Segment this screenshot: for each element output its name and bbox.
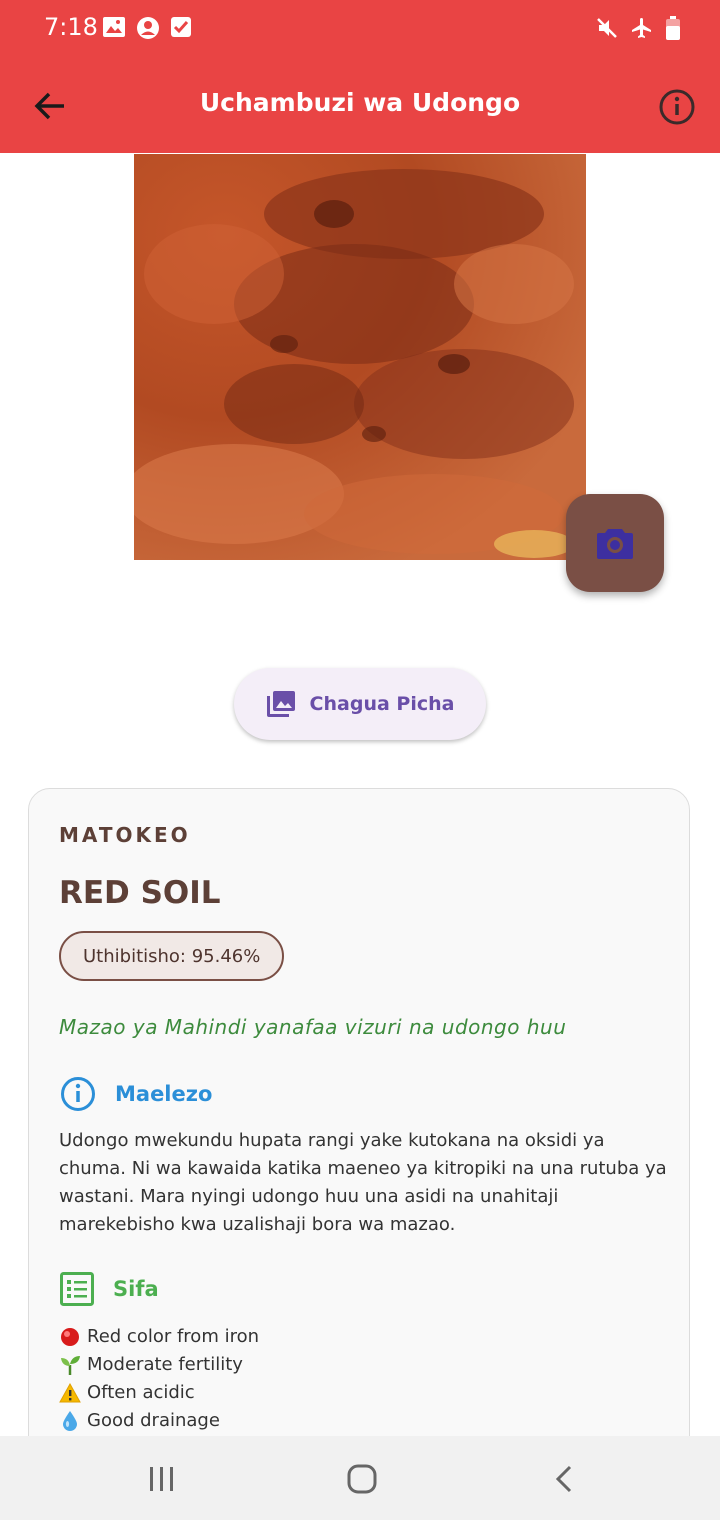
info-circle-icon bbox=[61, 1077, 95, 1111]
camera-icon bbox=[597, 529, 633, 559]
result-heading: MATOKEO bbox=[59, 823, 191, 847]
info-button[interactable] bbox=[656, 86, 698, 128]
soil-photo bbox=[134, 154, 586, 560]
recent-apps-button[interactable] bbox=[148, 1466, 176, 1496]
trait-text: Often acidic bbox=[87, 1382, 195, 1403]
choose-image-button[interactable]: Chagua Picha bbox=[234, 668, 486, 740]
chevron-left-icon bbox=[555, 1465, 572, 1493]
traits-section-header: Sifa bbox=[59, 1271, 159, 1307]
soil-type-label: RED SOIL bbox=[59, 875, 221, 911]
info-icon bbox=[659, 89, 695, 125]
confidence-text: Uthibitisho: 95.46% bbox=[83, 945, 261, 967]
list-icon bbox=[60, 1272, 94, 1306]
status-right-icons bbox=[596, 16, 680, 44]
camera-button[interactable] bbox=[566, 494, 664, 592]
home-button[interactable] bbox=[346, 1464, 378, 1498]
page-title: Uchambuzi wa Udongo bbox=[199, 88, 521, 117]
task-notification-icon bbox=[170, 16, 192, 44]
red-circle-icon bbox=[59, 1327, 81, 1347]
gallery-notification-icon bbox=[102, 16, 126, 44]
trait-text: Red color from iron bbox=[87, 1326, 260, 1347]
account-notification-icon bbox=[136, 16, 160, 44]
battery-icon bbox=[666, 16, 680, 44]
list-item: Red color from iron bbox=[59, 1323, 259, 1351]
status-bar: 7:18 bbox=[0, 0, 720, 56]
trait-text: Good drainage bbox=[87, 1410, 220, 1431]
list-item: Moderate fertility bbox=[59, 1351, 259, 1379]
list-item: Good drainage bbox=[59, 1407, 259, 1435]
result-card: MATOKEO RED SOIL Uthibitisho: 95.46% Maz… bbox=[28, 788, 690, 1488]
home-icon bbox=[347, 1464, 377, 1494]
droplet-icon bbox=[59, 1410, 81, 1432]
confidence-badge: Uthibitisho: 95.46% bbox=[59, 931, 285, 981]
app-bar: Uchambuzi wa Udongo bbox=[0, 56, 720, 153]
list-item: Often acidic bbox=[59, 1379, 259, 1407]
traits-title: Sifa bbox=[113, 1277, 159, 1301]
recent-apps-icon bbox=[150, 1467, 173, 1491]
photo-library-icon bbox=[266, 691, 295, 717]
description-title: Maelezo bbox=[115, 1082, 213, 1106]
airplane-mode-icon bbox=[630, 16, 654, 44]
traits-list: Red color from iron Moderate fertility O… bbox=[59, 1323, 259, 1435]
system-back-button[interactable] bbox=[552, 1464, 576, 1498]
warning-icon bbox=[59, 1383, 81, 1403]
trait-text: Moderate fertility bbox=[87, 1354, 243, 1375]
crop-recommendation: Mazao ya Mahindi yanafaa vizuri na udong… bbox=[59, 1015, 567, 1039]
seedling-icon bbox=[59, 1355, 81, 1375]
choose-image-label: Chagua Picha bbox=[309, 693, 455, 715]
description-section-header: Maelezo bbox=[59, 1075, 212, 1113]
mute-icon bbox=[596, 17, 618, 43]
status-time: 7:18 bbox=[44, 13, 98, 41]
description-text: Udongo mwekundu hupata rangi yake kutoka… bbox=[59, 1130, 667, 1235]
system-navigation-bar bbox=[0, 1436, 720, 1520]
status-left-icons bbox=[102, 16, 192, 44]
